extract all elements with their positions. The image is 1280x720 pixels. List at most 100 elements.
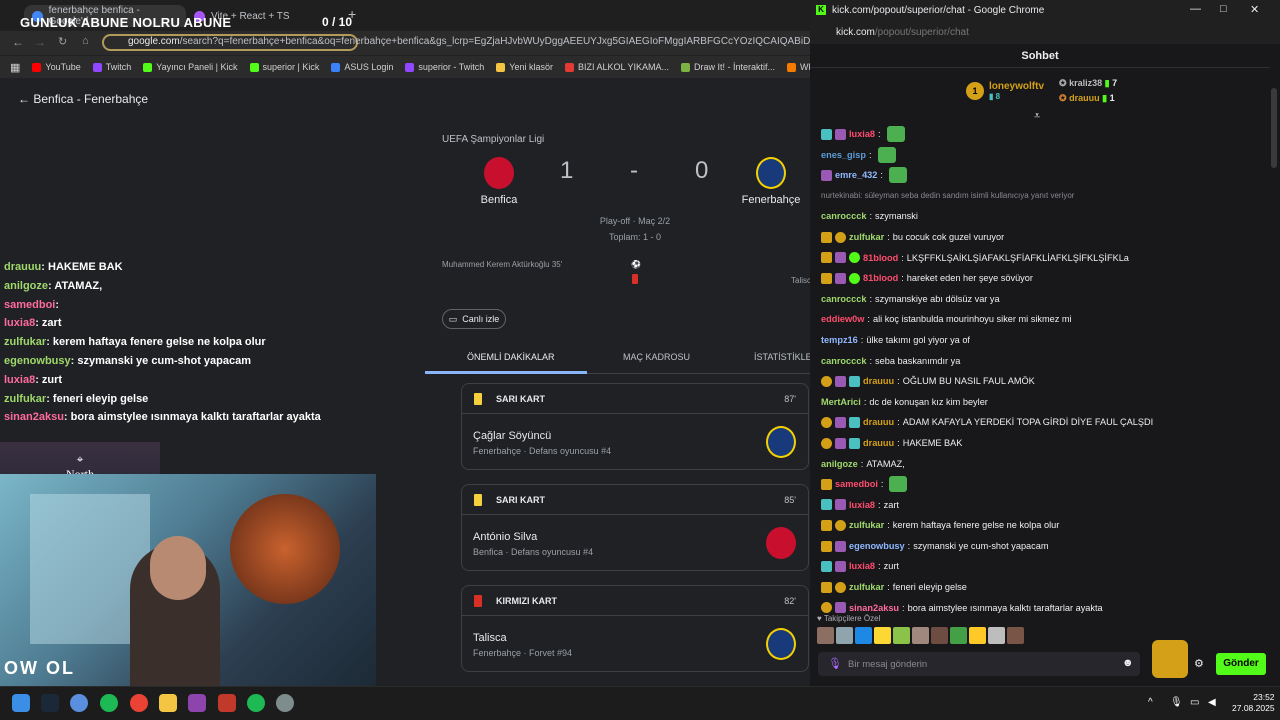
chat-address-bar[interactable]: kick.com/popout/superior/chat xyxy=(810,20,1280,44)
chat-username[interactable]: emre_432 xyxy=(835,165,877,186)
apps-grid-icon[interactable]: ▦ xyxy=(10,61,20,74)
chat-username[interactable]: canroccck xyxy=(821,289,866,310)
chat-message[interactable]: drauuu: HAKEME BAK xyxy=(821,433,1271,454)
chat-username[interactable]: canroccck xyxy=(821,351,866,372)
chat-message[interactable]: 81blood: hareket eden her şeye sövüyor xyxy=(821,268,1271,289)
chat-message[interactable]: canroccck: szymanski xyxy=(821,206,1271,227)
watch-live-button[interactable]: ▭ Canlı izle xyxy=(442,309,506,329)
network-icon[interactable]: ▭ xyxy=(1190,697,1199,708)
channel-avatar[interactable] xyxy=(1152,640,1188,678)
chat-username[interactable]: samedboi xyxy=(835,474,878,495)
close-icon[interactable]: ✕ xyxy=(1250,3,1259,16)
home-team-name[interactable]: Benfica xyxy=(470,194,528,206)
chat-username[interactable]: zulfukar xyxy=(849,227,884,248)
browser-icon[interactable] xyxy=(70,694,88,712)
app-icon[interactable] xyxy=(188,694,206,712)
bookmark-drawit[interactable]: Draw It! - İnteraktif... xyxy=(681,62,775,72)
pin-collapse-icon[interactable]: ⩡ xyxy=(1034,110,1040,123)
back-arrow-icon[interactable]: ← xyxy=(12,35,24,49)
gear-icon[interactable]: ⚙ xyxy=(1194,657,1204,670)
chat-message[interactable]: luxia8: xyxy=(821,124,1271,145)
chat-message[interactable]: canroccck: seba baskanımdır ya xyxy=(821,351,1271,372)
emote-icon[interactable] xyxy=(969,627,986,644)
chat-username[interactable]: tempz16 xyxy=(821,330,858,351)
event-card[interactable]: SARI KART 87' Çağlar Söyüncü Fenerbahçe ·… xyxy=(461,383,809,470)
app-icon[interactable] xyxy=(218,694,236,712)
chat-message[interactable]: tempz16: ülke takımı gol yiyor ya of xyxy=(821,330,1271,351)
bookmark-kick-panel[interactable]: Yayıncı Paneli | Kick xyxy=(143,62,238,72)
chat-message[interactable]: MertArici: dc de konuşan kız kim beyler xyxy=(821,392,1271,413)
volume-icon[interactable]: ◀ xyxy=(1208,697,1216,708)
reply-context[interactable]: nurtekinabi: süleyman seba dedin sandım … xyxy=(821,186,1271,207)
emote-icon[interactable] xyxy=(817,627,834,644)
steam-icon[interactable] xyxy=(41,694,59,712)
settings-icon[interactable] xyxy=(276,694,294,712)
forward-arrow-icon[interactable]: → xyxy=(34,35,46,49)
chat-message[interactable]: egenowbusy: szymanski ye cum-shot yapacam xyxy=(821,536,1271,557)
chat-message[interactable]: canroccck: szymanskiye abı dölsüz var ya xyxy=(821,289,1271,310)
chat-message[interactable]: enes_gisp: xyxy=(821,145,1271,166)
spotify-icon[interactable] xyxy=(100,694,118,712)
emote-icon[interactable] xyxy=(912,627,929,644)
chat-message[interactable]: emre_432: xyxy=(821,165,1271,186)
chat-username[interactable]: canroccck xyxy=(821,206,866,227)
emote-icon[interactable] xyxy=(874,627,891,644)
chat-username[interactable]: drauuu xyxy=(863,412,894,433)
emote-icon[interactable] xyxy=(950,627,967,644)
microphone-icon[interactable]: 🎙 xyxy=(828,657,842,670)
send-button[interactable]: Gönder xyxy=(1216,653,1266,675)
chat-message[interactable]: drauuu: ADAM KAFAYLA YERDEKİ TOPA GİRDİ D… xyxy=(821,412,1271,433)
chat-message[interactable]: samedboi: xyxy=(821,474,1271,495)
folder-icon[interactable] xyxy=(159,694,177,712)
chat-username[interactable]: luxia8 xyxy=(849,556,875,577)
bookmark-wheel[interactable]: Wheel of Names xyxy=(787,62,810,72)
chat-message[interactable]: luxia8: zurt xyxy=(821,556,1271,577)
chrome-icon[interactable] xyxy=(130,694,148,712)
chat-message[interactable]: drauuu: OĞLUM BU NASIL FAUL AMÖK xyxy=(821,371,1271,392)
tab-lineups[interactable]: MAÇ KADROSU xyxy=(623,352,690,362)
chevron-up-icon[interactable]: ^ xyxy=(1148,697,1153,708)
bookmark-superior-kick[interactable]: superior | Kick xyxy=(249,62,319,72)
chat-username[interactable]: drauuu xyxy=(863,371,894,392)
chat-username[interactable]: 81blood xyxy=(863,248,898,269)
chat-username[interactable]: luxia8 xyxy=(849,124,875,145)
emoji-icon[interactable]: ☻ xyxy=(1122,657,1134,669)
chat-message[interactable]: anilgoze: ATAMAZ, xyxy=(821,454,1271,475)
reload-icon[interactable]: ↻ xyxy=(58,35,67,48)
chat-username[interactable]: eddiew0w xyxy=(821,309,864,330)
spotify-icon[interactable] xyxy=(247,694,265,712)
emote-icon[interactable] xyxy=(855,627,872,644)
chat-username[interactable]: luxia8 xyxy=(849,495,875,516)
tab-stats[interactable]: İSTATİSTİKLER xyxy=(754,352,818,362)
chat-message[interactable]: 81blood: LKŞFFKLŞAİKLŞİAFAKLŞFİAFKLİAFKLŞ… xyxy=(821,248,1271,269)
chat-message[interactable]: zulfukar: bu cocuk cok guzel vuruyor xyxy=(821,227,1271,248)
chat-username[interactable]: zulfukar xyxy=(849,577,884,598)
event-card[interactable]: KIRMIZI KART 82' Talisca Fenerbahçe · For… xyxy=(461,585,809,672)
chat-username[interactable]: egenowbusy xyxy=(849,536,905,557)
away-team-name[interactable]: Fenerbahçe xyxy=(736,194,806,206)
bookmark-alkol[interactable]: BIZI ALKOL YIKAMA... xyxy=(564,62,669,72)
chat-message[interactable]: zulfukar: kerem haftaya fenere gelse ne k… xyxy=(821,515,1271,536)
chat-message[interactable]: zulfukar: feneri eleyip gelse xyxy=(821,577,1271,598)
chat-username[interactable]: 81blood xyxy=(863,268,898,289)
chat-username[interactable]: zulfukar xyxy=(849,515,884,536)
chat-username[interactable]: MertArici xyxy=(821,392,861,413)
chat-input[interactable]: Bir mesaj gönderin xyxy=(818,652,1140,676)
bookmark-superior-twitch[interactable]: superior - Twitch xyxy=(405,62,484,72)
chat-message[interactable]: luxia8: zart xyxy=(821,495,1271,516)
chat-username[interactable]: drauuu xyxy=(863,433,894,454)
emote-icon[interactable] xyxy=(893,627,910,644)
bookmark-folder[interactable]: Yeni klasör xyxy=(496,62,553,72)
windows-start-icon[interactable] xyxy=(12,694,30,712)
chat-message[interactable]: eddiew0w: ali koç istanbulda mourinhoyu s… xyxy=(821,309,1271,330)
chat-scrollbar[interactable] xyxy=(1271,88,1277,168)
minimize-icon[interactable]: — xyxy=(1190,3,1201,15)
bookmark-youtube[interactable]: YouTube xyxy=(32,62,81,72)
emote-icon[interactable] xyxy=(988,627,1005,644)
emote-icon[interactable] xyxy=(931,627,948,644)
emote-icon[interactable] xyxy=(836,627,853,644)
bookmark-asus[interactable]: ASUS Login xyxy=(331,62,393,72)
microphone-icon[interactable]: 🎙 xyxy=(1170,697,1183,708)
maximize-icon[interactable]: □ xyxy=(1220,3,1227,15)
match-back-link[interactable]: ← Benfica - Fenerbahçe xyxy=(18,92,148,106)
